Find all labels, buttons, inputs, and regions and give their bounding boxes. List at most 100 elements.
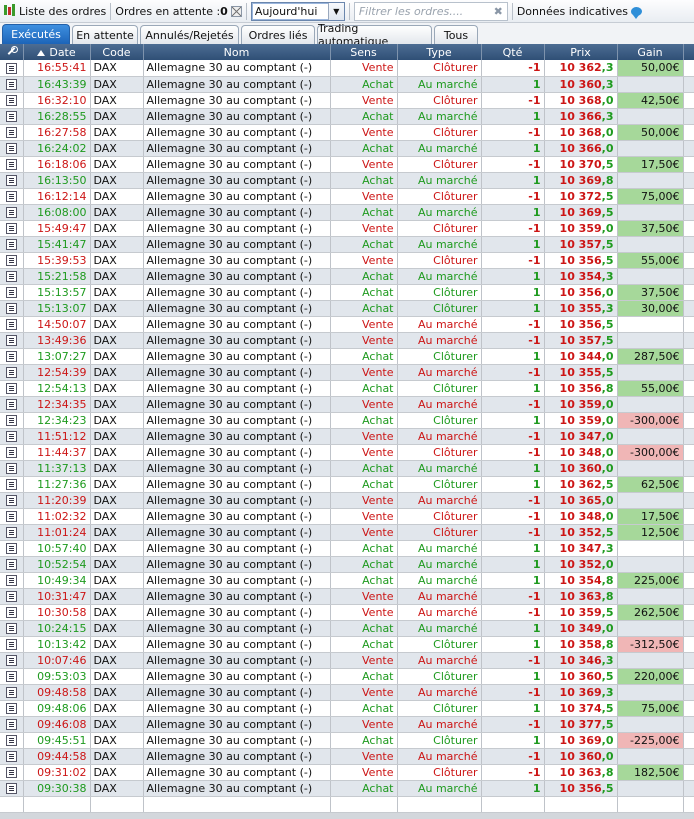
order-details-cell[interactable] <box>0 396 24 413</box>
table-row[interactable]: 09:48:58 DAX Allemagne 30 au comptant (-) V… <box>0 684 694 701</box>
order-details-cell[interactable] <box>0 604 24 621</box>
order-details-icon[interactable] <box>5 95 17 106</box>
table-row[interactable]: 16:12:14 DAX Allemagne 30 au comptant (-) V… <box>0 188 694 205</box>
order-details-icon[interactable] <box>5 591 17 602</box>
order-details-cell[interactable] <box>0 492 24 509</box>
order-details-icon[interactable] <box>5 367 17 378</box>
table-row[interactable]: 09:44:58 DAX Allemagne 30 au comptant (-) V… <box>0 748 694 765</box>
order-details-icon[interactable] <box>5 671 17 682</box>
tab-ordres-lies[interactable]: Ordres liés <box>241 25 315 44</box>
table-row[interactable]: 14:50:07 DAX Allemagne 30 au comptant (-) V… <box>0 316 694 333</box>
table-row[interactable]: 11:20:39 DAX Allemagne 30 au comptant (-) V… <box>0 492 694 509</box>
table-row[interactable]: 16:13:50 DAX Allemagne 30 au comptant (-) A… <box>0 172 694 189</box>
table-row[interactable]: 10:52:54 DAX Allemagne 30 au comptant (-) A… <box>0 556 694 573</box>
tab-annules-rejetes[interactable]: Annulés/Rejetés <box>140 25 239 44</box>
order-details-icon[interactable] <box>5 511 17 522</box>
table-row[interactable]: 10:24:15 DAX Allemagne 30 au comptant (-) A… <box>0 620 694 637</box>
table-row[interactable]: 09:53:03 DAX Allemagne 30 au comptant (-) A… <box>0 668 694 685</box>
order-details-cell[interactable] <box>0 524 24 541</box>
table-row[interactable]: 12:34:23 DAX Allemagne 30 au comptant (-) A… <box>0 412 694 429</box>
order-details-cell[interactable] <box>0 76 24 93</box>
table-row[interactable]: 16:24:02 DAX Allemagne 30 au comptant (-) A… <box>0 140 694 157</box>
order-details-cell[interactable] <box>0 60 24 77</box>
order-details-cell[interactable] <box>0 764 24 781</box>
order-details-icon[interactable] <box>5 79 17 90</box>
order-details-cell[interactable] <box>0 636 24 653</box>
order-details-icon[interactable] <box>5 287 17 298</box>
table-row[interactable]: 16:55:41 DAX Allemagne 30 au comptant (-) V… <box>0 60 694 77</box>
table-row[interactable]: 09:46:08 DAX Allemagne 30 au comptant (-) V… <box>0 716 694 733</box>
table-row[interactable]: 11:02:32 DAX Allemagne 30 au comptant (-) V… <box>0 508 694 525</box>
order-details-cell[interactable] <box>0 332 24 349</box>
table-row[interactable]: 10:49:34 DAX Allemagne 30 au comptant (-) A… <box>0 572 694 589</box>
period-select[interactable]: Aujourd'hui ▼ <box>250 1 345 21</box>
order-details-icon[interactable] <box>5 271 17 282</box>
order-details-cell[interactable] <box>0 172 24 189</box>
order-details-cell[interactable] <box>0 380 24 397</box>
table-row[interactable]: 15:39:53 DAX Allemagne 30 au comptant (-) V… <box>0 252 694 269</box>
order-details-icon[interactable] <box>5 767 17 778</box>
order-details-icon[interactable] <box>5 687 17 698</box>
order-details-cell[interactable] <box>0 236 24 253</box>
order-details-icon[interactable] <box>5 127 17 138</box>
column-header-code[interactable]: Code <box>90 44 144 60</box>
order-details-cell[interactable] <box>0 188 24 205</box>
table-row[interactable]: 15:13:07 DAX Allemagne 30 au comptant (-) A… <box>0 300 694 317</box>
order-details-cell[interactable] <box>0 444 24 461</box>
order-details-cell[interactable] <box>0 508 24 525</box>
order-details-cell[interactable] <box>0 668 24 685</box>
table-row[interactable]: 09:31:02 DAX Allemagne 30 au comptant (-) V… <box>0 764 694 781</box>
order-details-cell[interactable] <box>0 732 24 749</box>
table-row[interactable]: 15:41:47 DAX Allemagne 30 au comptant (-) A… <box>0 236 694 253</box>
table-row[interactable]: 15:49:47 DAX Allemagne 30 au comptant (-) V… <box>0 220 694 237</box>
order-details-cell[interactable] <box>0 700 24 717</box>
order-details-icon[interactable] <box>5 655 17 666</box>
order-details-icon[interactable] <box>5 559 17 570</box>
tab-executes[interactable]: Exécutés <box>2 24 70 44</box>
tab-en-attente[interactable]: En attente <box>72 25 138 44</box>
order-details-icon[interactable] <box>5 783 17 794</box>
order-details-cell[interactable] <box>0 92 24 109</box>
order-details-cell[interactable] <box>0 460 24 477</box>
order-details-cell[interactable] <box>0 556 24 573</box>
table-row[interactable]: 11:27:36 DAX Allemagne 30 au comptant (-) A… <box>0 476 694 493</box>
column-header-qte[interactable]: Qté <box>481 44 545 60</box>
order-details-cell[interactable] <box>0 540 24 557</box>
order-details-cell[interactable] <box>0 428 24 445</box>
table-row[interactable]: 16:08:00 DAX Allemagne 30 au comptant (-) A… <box>0 204 694 221</box>
order-details-cell[interactable] <box>0 780 24 797</box>
table-row[interactable]: 16:28:55 DAX Allemagne 30 au comptant (-) A… <box>0 108 694 125</box>
table-row[interactable]: 10:13:42 DAX Allemagne 30 au comptant (-) A… <box>0 636 694 653</box>
order-details-icon[interactable] <box>5 527 17 538</box>
table-row[interactable]: 11:37:13 DAX Allemagne 30 au comptant (-) A… <box>0 460 694 477</box>
order-details-cell[interactable] <box>0 316 24 333</box>
order-details-cell[interactable] <box>0 284 24 301</box>
table-row[interactable]: 12:34:35 DAX Allemagne 30 au comptant (-) V… <box>0 396 694 413</box>
order-details-cell[interactable] <box>0 588 24 605</box>
order-details-icon[interactable] <box>5 159 17 170</box>
pending-orders-indicator[interactable]: Ordres en attente : 0 <box>115 1 242 22</box>
order-details-icon[interactable] <box>5 175 17 186</box>
order-details-icon[interactable] <box>5 191 17 202</box>
clear-filter-icon[interactable]: ✖ <box>494 5 503 18</box>
order-details-icon[interactable] <box>5 111 17 122</box>
table-row[interactable]: 15:13:57 DAX Allemagne 30 au comptant (-) A… <box>0 284 694 301</box>
order-details-cell[interactable] <box>0 572 24 589</box>
order-details-icon[interactable] <box>5 639 17 650</box>
order-details-icon[interactable] <box>5 575 17 586</box>
order-details-icon[interactable] <box>5 719 17 730</box>
order-details-cell[interactable] <box>0 684 24 701</box>
order-details-icon[interactable] <box>5 239 17 250</box>
order-details-icon[interactable] <box>5 447 17 458</box>
table-row[interactable]: 09:45:51 DAX Allemagne 30 au comptant (-) A… <box>0 732 694 749</box>
order-details-icon[interactable] <box>5 335 17 346</box>
order-details-icon[interactable] <box>5 495 17 506</box>
order-details-icon[interactable] <box>5 607 17 618</box>
order-details-cell[interactable] <box>0 108 24 125</box>
order-details-icon[interactable] <box>5 207 17 218</box>
order-details-icon[interactable] <box>5 143 17 154</box>
order-details-icon[interactable] <box>5 479 17 490</box>
column-header-prix[interactable]: Prix <box>544 44 618 60</box>
order-details-cell[interactable] <box>0 748 24 765</box>
order-details-icon[interactable] <box>5 223 17 234</box>
